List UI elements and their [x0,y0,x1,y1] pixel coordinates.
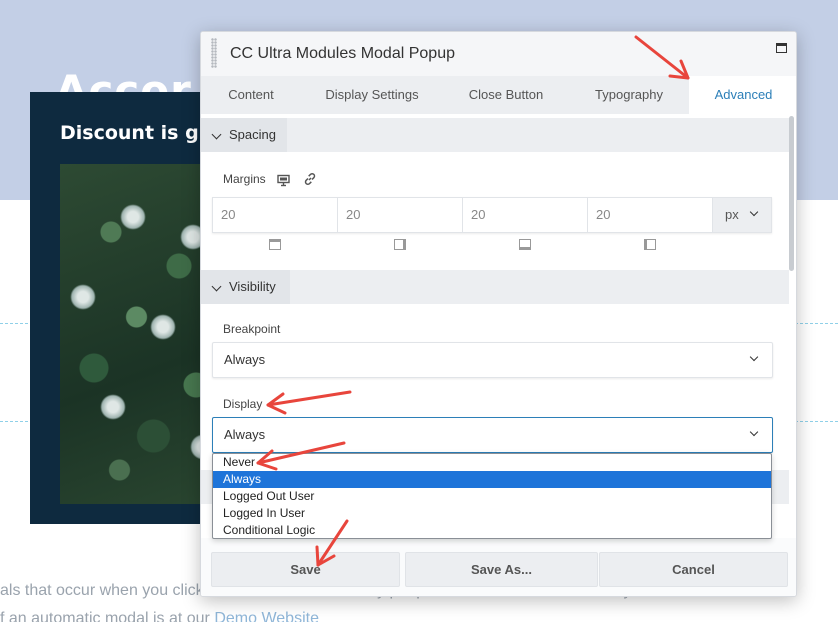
margin-bottom-input[interactable]: 20 [463,198,588,232]
side-right-icon [394,239,406,250]
breakpoint-label: Breakpoint [223,322,281,336]
tab-display-settings[interactable]: Display Settings [301,76,443,114]
settings-tabs: Content Display Settings Close Button Ty… [201,76,796,114]
chevron-down-icon [211,281,222,292]
unit-select[interactable]: px [713,198,771,232]
promo-title: Discount is g [60,122,199,144]
tab-close-button[interactable]: Close Button [443,76,569,114]
scrollbar[interactable] [789,116,794,271]
chevron-down-icon [749,427,759,437]
save-button[interactable]: Save [211,552,400,587]
modal-header: CC Ultra Modules Modal Popup [201,32,796,76]
margins-input-group: 20 20 20 20 px [212,197,772,233]
side-bottom-icon [519,239,531,250]
visibility-section-header: Visibility [201,270,789,304]
spacing-section-header: Spacing [201,118,789,152]
tab-typography[interactable]: Typography [569,76,689,114]
margin-left-input[interactable]: 20 [588,198,713,232]
margin-top-input[interactable]: 20 [213,198,338,232]
save-as-button[interactable]: Save As... [405,552,598,587]
side-top-icon [269,239,281,250]
drag-handle-icon[interactable] [211,38,217,68]
monitor-icon[interactable] [277,174,290,187]
option-logged-out-user[interactable]: Logged Out User [213,488,771,505]
modal-popup-settings: CC Ultra Modules Modal Popup Content Dis… [200,31,797,597]
modal-footer: Save Save As... Cancel [201,538,796,596]
margins-label: Margins [223,172,266,186]
display-options-dropdown: Never Always Logged Out User Logged In U… [212,453,772,539]
body-text: f an automatic modal is at our Demo Webs… [0,610,319,622]
display-select[interactable]: Always [212,417,773,453]
spacing-section-toggle[interactable]: Spacing [201,118,287,152]
option-logged-in-user[interactable]: Logged In User [213,505,771,522]
chevron-down-icon [749,207,759,217]
modal-title: CC Ultra Modules Modal Popup [230,45,455,62]
display-label: Display [223,397,263,411]
side-left-icon [644,239,656,250]
maximize-icon[interactable] [776,43,787,53]
demo-website-link[interactable]: Demo Website [214,610,319,622]
option-always[interactable]: Always [213,471,771,488]
margin-right-input[interactable]: 20 [338,198,463,232]
visibility-section-toggle[interactable]: Visibility [201,270,290,304]
option-never[interactable]: Never [213,454,771,471]
cancel-button[interactable]: Cancel [599,552,788,587]
chevron-down-icon [211,129,222,140]
tab-content[interactable]: Content [201,76,301,114]
link-icon[interactable] [303,172,317,186]
chevron-down-icon [749,352,759,362]
breakpoint-select[interactable]: Always [212,342,773,378]
tab-advanced[interactable]: Advanced [689,76,796,114]
option-conditional-logic[interactable]: Conditional Logic [213,522,771,539]
